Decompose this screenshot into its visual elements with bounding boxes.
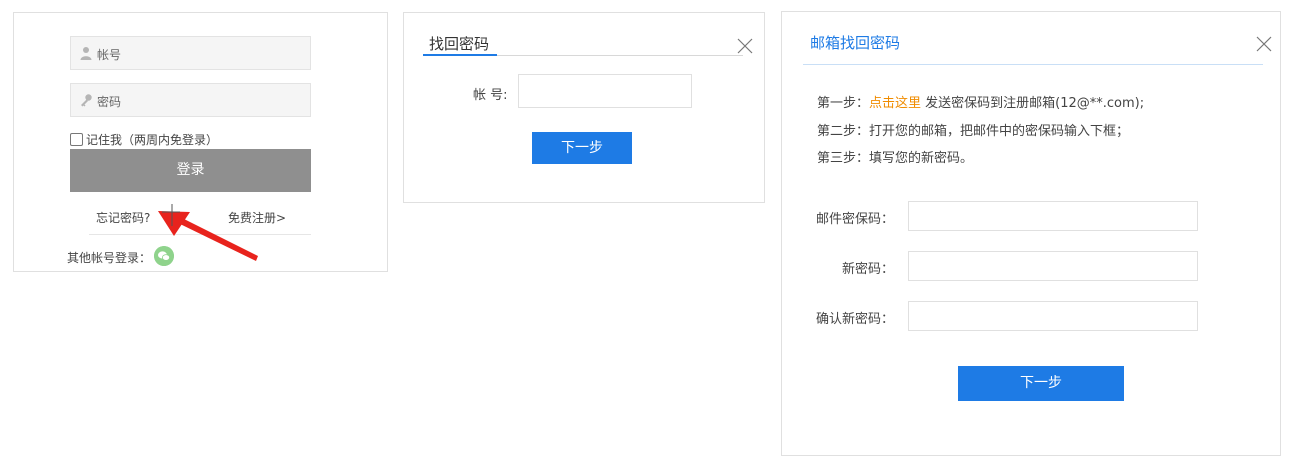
title-underline (803, 64, 1263, 65)
send-code-link[interactable]: 点击这里 (869, 96, 921, 111)
account-label: 帐 号: (473, 88, 508, 103)
step-3: 第三步：填写您的新密码。 (817, 151, 974, 166)
remember-checkbox[interactable] (70, 133, 83, 146)
email-recovery-panel: 邮箱找回密码 第一步：点击这里 发送密保码到注册邮箱(12@**.com); 第… (781, 11, 1281, 456)
email-code-input[interactable] (908, 201, 1198, 231)
step-1-prefix: 第一步： (817, 96, 870, 111)
next-button[interactable]: 下一步 (532, 132, 632, 164)
find-password-panel: 找回密码 帐 号: 下一步 (403, 12, 765, 203)
step-2: 第二步：打开您的邮箱，把邮件中的密保码输入下框； (817, 124, 1130, 139)
remember-label: 记住我（两周内免登录） (86, 133, 219, 147)
username-field[interactable]: 帐号 (70, 36, 311, 70)
login-button[interactable]: 登录 (70, 149, 311, 192)
forgot-password-link[interactable]: 忘记密码? (96, 209, 150, 226)
username-placeholder: 帐号 (97, 48, 122, 62)
code-label: 邮件密保码： (815, 212, 894, 227)
close-icon[interactable] (737, 38, 753, 54)
password-placeholder: 密码 (97, 95, 122, 109)
submit-next-button[interactable]: 下一步 (958, 366, 1124, 401)
account-input[interactable] (518, 74, 692, 108)
new-password-label: 新密码： (841, 262, 894, 277)
email-recovery-title: 邮箱找回密码 (810, 34, 901, 52)
find-password-title: 找回密码 (429, 35, 490, 53)
user-icon (80, 47, 92, 60)
close-icon[interactable] (1256, 36, 1272, 52)
step-1-text: 发送密保码到注册邮箱(12@**.com); (921, 96, 1145, 111)
new-password-input[interactable] (908, 251, 1198, 281)
annotation-arrow-icon (158, 204, 258, 261)
step-1: 第一步：点击这里 发送密保码到注册邮箱(12@**.com); (817, 92, 1144, 111)
remember-me[interactable]: 记住我（两周内免登录） (70, 131, 218, 148)
confirm-password-label: 确认新密码： (815, 312, 894, 327)
confirm-password-input[interactable] (908, 301, 1198, 331)
other-login-label: 其他帐号登录： (67, 251, 152, 265)
key-icon (81, 94, 92, 107)
password-field[interactable]: 密码 (70, 83, 311, 117)
title-accent-bar (423, 54, 497, 56)
